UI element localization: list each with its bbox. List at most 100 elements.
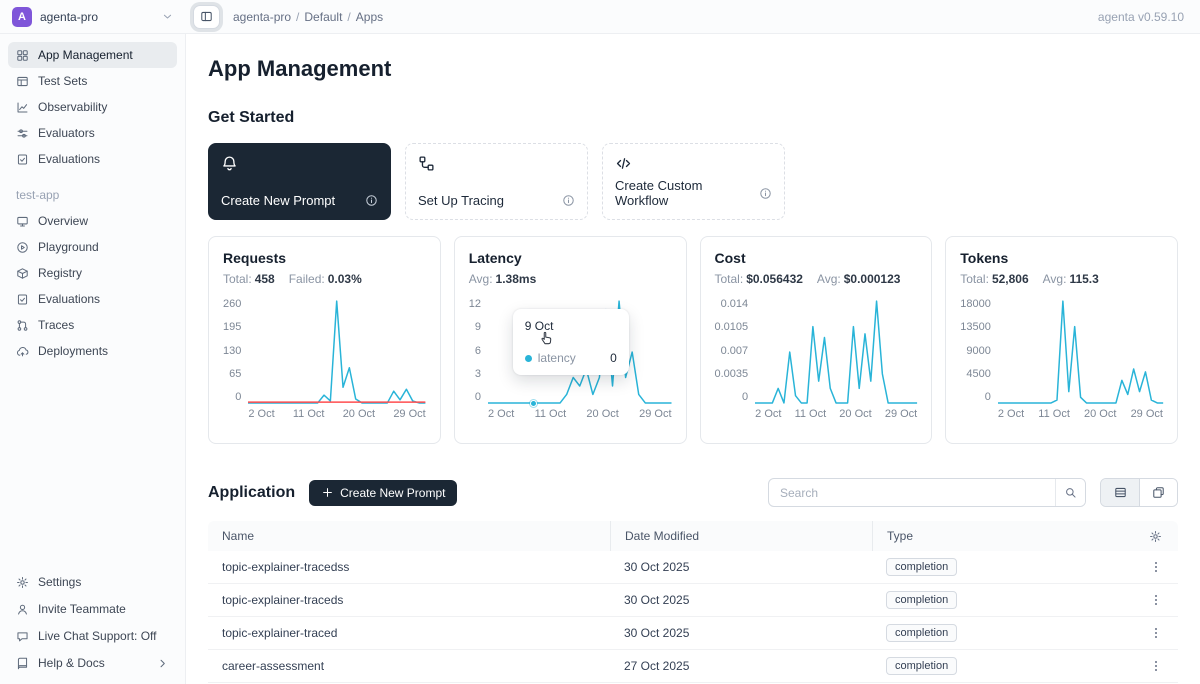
col-type[interactable]: Type [872,521,1135,551]
tracing-icon [418,155,435,172]
table-row[interactable]: topic-explainer-tracedss30 Oct 2025compl… [208,551,1178,584]
info-icon[interactable] [562,194,575,207]
set-up-tracing-card[interactable]: Set Up Tracing [405,143,588,220]
applications-table: Name Date Modified Type topic-explainer-… [208,521,1178,683]
sidebar-item-label: Traces [38,318,74,332]
sidebar-item-evaluators[interactable]: Evaluators [8,120,177,146]
sidebar-item-app-management[interactable]: App Management [8,42,177,68]
info-icon[interactable] [759,187,772,200]
get-started-heading: Get Started [208,109,1178,127]
book-icon [16,657,29,670]
sidebar-item-label: Invite Teammate [38,602,126,616]
sidebar-item-playground[interactable]: Playground [8,234,177,260]
x-tick-label: 11 Oct [795,408,827,420]
column-settings-button[interactable] [1135,521,1176,551]
sidebar-item-traces[interactable]: Traces [8,312,177,338]
table-row[interactable]: career-assessment27 Oct 2025completion [208,650,1178,683]
tooltip-series: latency [538,351,576,365]
deployments-icon [16,345,29,358]
get-started-cards: Create New Prompt Set Up Tracing Create … [208,143,1178,220]
table-row[interactable]: topic-explainer-traced30 Oct 2025complet… [208,617,1178,650]
prompt-bell-icon [221,155,238,172]
x-tick-label: 20 Oct [586,408,618,420]
date-modified: 30 Oct 2025 [610,626,872,640]
row-menu-button[interactable] [1135,659,1176,673]
breadcrumb-item[interactable]: Apps [356,10,383,24]
sidebar-item-settings[interactable]: Settings [8,569,177,595]
info-icon[interactable] [365,194,378,207]
y-tick-label: 3 [475,368,481,380]
sidebar-item-observability[interactable]: Observability [8,94,177,120]
create-new-prompt-card[interactable]: Create New Prompt [208,143,391,220]
y-axis: 260195130650 [223,298,241,404]
app-name[interactable]: topic-explainer-traceds [208,593,610,607]
app-name[interactable]: career-assessment [208,659,610,673]
sidebar-item-label: Observability [38,100,107,114]
search-button[interactable] [1055,479,1085,506]
app-name[interactable]: topic-explainer-traced [208,626,610,640]
view-toggle [1100,478,1178,507]
sidebar-item-label: Registry [38,266,82,280]
sidebar-main-nav: App ManagementTest Sets Observability Eval… [8,42,177,172]
evaluations-icon [16,153,29,166]
sidebar-item-evaluations[interactable]: Evaluations [8,146,177,172]
breadcrumb-item[interactable]: agenta-pro [233,10,291,24]
sidebar-toggle-button[interactable] [193,5,220,29]
gear-icon [16,576,29,589]
metric: Total:458 [223,272,275,286]
gear-icon [1149,530,1162,543]
card-view-icon [1152,486,1165,499]
sidebar-item-invite-teammate[interactable]: Invite Teammate [8,596,177,622]
row-menu-button[interactable] [1135,560,1176,574]
workspace-switcher[interactable]: A agenta-pro [0,7,186,27]
y-tick-label: 0 [985,391,991,403]
card-view-button[interactable] [1139,479,1177,506]
sidebar-item-registry[interactable]: Registry [8,260,177,286]
table-view-button[interactable] [1101,479,1139,506]
create-custom-workflow-card[interactable]: Create Custom Workflow [602,143,785,220]
app-name[interactable]: topic-explainer-tracedss [208,560,610,574]
code-icon [615,155,632,172]
sidebar-item-live-chat-support-off[interactable]: Live Chat Support: Off [8,623,177,649]
x-tick-label: 11 Oct [293,408,325,420]
row-menu-button[interactable] [1135,593,1176,607]
date-modified: 30 Oct 2025 [610,593,872,607]
x-tick-label: 20 Oct [839,408,871,420]
sidebar-item-evaluations[interactable]: Evaluations [8,286,177,312]
type-badge: completion [886,558,957,576]
stats-cards: Requests Total:458Failed:0.03% 260195130… [208,236,1178,444]
requests-chart: 260195130650 2 Oct11 Oct20 Oct29 Oct [223,298,426,420]
row-menu-button[interactable] [1135,626,1176,640]
sidebar-item-test-sets[interactable]: Test Sets [8,68,177,94]
card-metrics: Total:52,806Avg:115.3 [960,272,1163,286]
x-tick-label: 20 Oct [1084,408,1116,420]
app-type: completion [872,591,1135,609]
application-heading: Application [208,484,295,502]
card-metrics: Total:458Failed:0.03% [223,272,426,286]
app-type: completion [872,558,1135,576]
breadcrumb-separator: / [347,10,350,24]
table-row[interactable]: topic-explainer-traceds30 Oct 2025comple… [208,584,1178,617]
observability-icon [16,101,29,114]
y-tick-label: 0.014 [721,298,749,310]
breadcrumb-item[interactable]: Default [304,10,342,24]
sidebar-item-label: Overview [38,214,88,228]
y-tick-label: 12 [469,298,481,310]
cost-chart: 0.0140.01050.0070.00350 2 Oct11 Oct20 Oc… [715,298,918,420]
col-date-modified[interactable]: Date Modified [610,521,872,551]
sidebar-item-overview[interactable]: Overview [8,208,177,234]
y-tick-label: 0.0105 [715,321,749,333]
create-new-prompt-button[interactable]: Create New Prompt [309,480,457,506]
mouse-cursor-icon [539,330,554,350]
search-input[interactable] [769,479,1055,506]
x-tick-label: 2 Oct [488,408,514,420]
col-name[interactable]: Name [208,521,610,551]
plot-area [248,298,425,404]
sidebar-item-deployments[interactable]: Deployments [8,338,177,364]
x-tick-label: 11 Oct [535,408,567,420]
sidebar-item-help-docs[interactable]: Help & Docs [8,650,177,676]
y-tick-label: 18000 [960,298,991,310]
table-header: Name Date Modified Type [208,521,1178,551]
sidebar-item-label: Evaluators [38,126,95,140]
metric: Total:$0.056432 [715,272,803,286]
